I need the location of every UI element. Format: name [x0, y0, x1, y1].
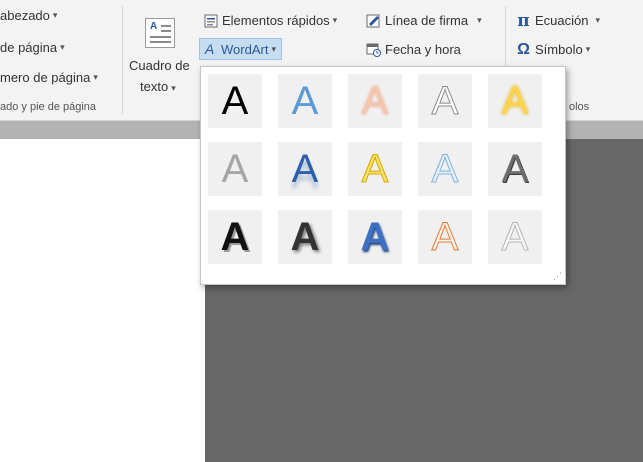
chevron-down-icon: ▾: [52, 10, 58, 20]
symbol-button[interactable]: Ω Símbolo ▾: [516, 40, 591, 58]
chevron-down-icon: ▾: [93, 72, 98, 82]
chevron-down-icon: ▾: [60, 42, 65, 52]
chevron-down-icon: ▾: [332, 15, 338, 25]
quick-parts-icon: [203, 13, 218, 28]
group-label-header-footer: ado y pie de página: [0, 101, 97, 113]
wordart-style-tile[interactable]: A: [278, 142, 332, 196]
chevron-down-icon: ▾: [171, 83, 176, 93]
wordart-style-tile[interactable]: A: [278, 210, 332, 264]
wordart-style-tile[interactable]: A: [208, 74, 262, 128]
chevron-down-icon: ▾: [271, 43, 276, 54]
date-time-label: Fecha y hora: [385, 42, 461, 57]
wordart-style-tile[interactable]: A: [348, 142, 402, 196]
wordart-label: WordArt: [221, 41, 269, 57]
wordart-style-tile[interactable]: A: [418, 142, 472, 196]
signature-line-label: Línea de firma: [385, 13, 469, 28]
resize-grip-icon[interactable]: ⋰: [553, 271, 562, 282]
quick-parts-button[interactable]: Elementos rápidos ▾: [203, 13, 337, 28]
wordart-style-tile[interactable]: A: [208, 210, 262, 264]
pi-icon: π: [517, 10, 530, 31]
text-box-button[interactable]: A Cuadro de texto ▾: [124, 8, 198, 98]
page-number-button[interactable]: mero de página ▾: [0, 70, 98, 85]
wordart-style-tile[interactable]: A: [488, 210, 542, 264]
wordart-icon: A: [204, 41, 215, 57]
wordart-style-tile[interactable]: A: [278, 74, 332, 128]
wordart-style-tile[interactable]: A: [348, 74, 402, 128]
wordart-style-tile[interactable]: A: [488, 142, 542, 196]
chevron-down-icon: ▾: [595, 15, 601, 25]
header-label: abezado: [0, 8, 50, 23]
quick-parts-label: Elementos rápidos: [222, 13, 330, 28]
equation-label: Ecuación: [535, 13, 589, 28]
wordart-gallery: A A A A A A A A A A A A A A A ⋰: [200, 66, 566, 285]
date-time-button[interactable]: Fecha y hora: [366, 42, 461, 57]
footer-button[interactable]: de página ▾: [0, 40, 65, 55]
equation-button[interactable]: π Ecuación ▾: [516, 10, 601, 31]
calendar-clock-icon: [366, 42, 381, 57]
signature-line-button[interactable]: Línea de firma ▾: [366, 13, 482, 28]
document-page[interactable]: [0, 139, 205, 462]
chevron-down-icon: ▾: [585, 44, 591, 54]
header-button[interactable]: abezado ▾: [0, 8, 57, 23]
page-number-label: mero de página: [0, 70, 91, 85]
symbol-label: Símbolo: [535, 42, 583, 57]
wordart-style-tile[interactable]: A: [348, 210, 402, 264]
signature-icon: [366, 13, 381, 28]
wordart-style-tile[interactable]: A: [488, 74, 542, 128]
wordart-style-tile[interactable]: A: [208, 142, 262, 196]
footer-label: de página: [0, 40, 58, 55]
wordart-style-tile[interactable]: A: [418, 74, 472, 128]
group-divider: [122, 6, 123, 114]
wordart-button[interactable]: A WordArt ▾: [199, 38, 282, 60]
chevron-down-icon: ▾: [477, 15, 482, 25]
text-box-label: Cuadro de: [129, 58, 190, 73]
text-box-label-2: texto ▾: [140, 79, 176, 94]
wordart-style-tile[interactable]: A: [418, 210, 472, 264]
text-box-icon: A: [145, 18, 175, 48]
group-label-symbols: olos: [569, 101, 590, 113]
omega-icon: Ω: [517, 40, 530, 58]
